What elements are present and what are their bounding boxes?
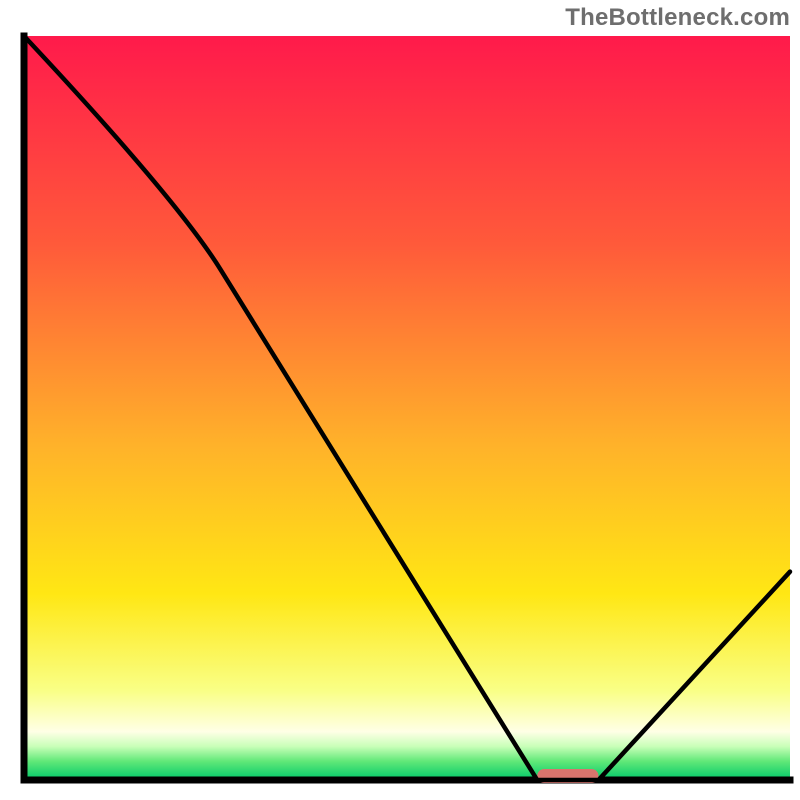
gradient-background <box>24 36 790 780</box>
attribution-text: TheBottleneck.com <box>565 4 790 32</box>
bottleneck-chart <box>0 0 800 800</box>
chart-container: TheBottleneck.com <box>0 0 800 800</box>
